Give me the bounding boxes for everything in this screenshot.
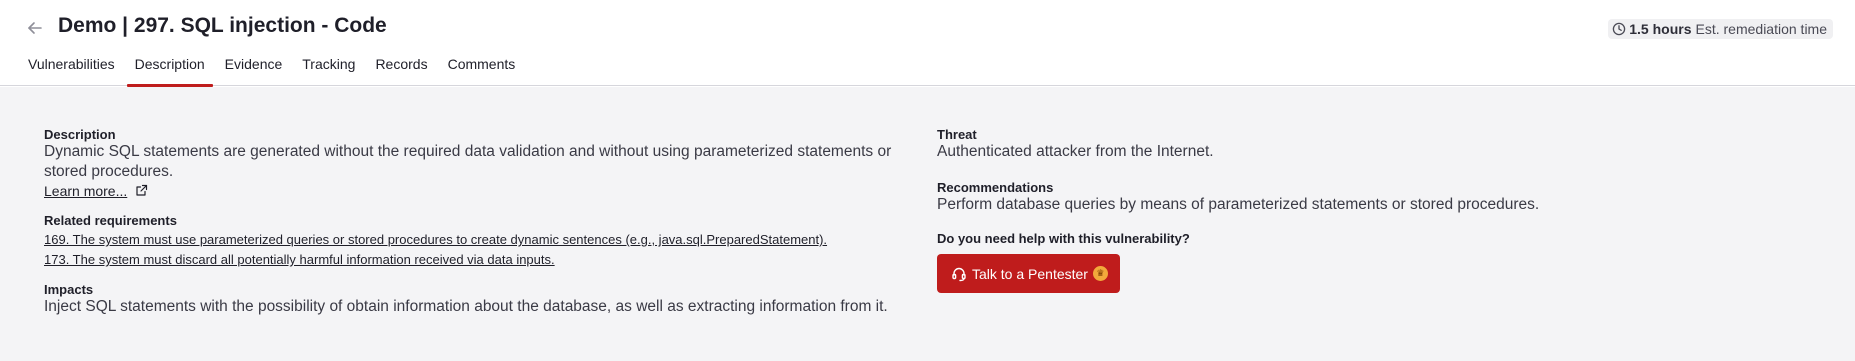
recommendations-section: Recommendations Perform database queries… <box>937 180 1817 215</box>
arrow-left-icon <box>28 22 42 34</box>
right-column: Threat Authenticated attacker from the I… <box>937 127 1817 293</box>
back-button[interactable] <box>24 17 46 39</box>
tab-description[interactable]: Description <box>126 48 213 87</box>
tab-vulnerabilities[interactable]: Vulnerabilities <box>20 48 123 86</box>
clock-icon <box>1613 22 1626 36</box>
help-section: Do you need help with this vulnerability… <box>937 231 1817 293</box>
requirement-link-173[interactable]: 173. The system must discard all potenti… <box>44 250 924 270</box>
external-link-icon <box>136 184 147 196</box>
crown-badge-icon: ♛ <box>1092 266 1108 281</box>
description-text: Dynamic SQL statements are generated wit… <box>44 143 892 180</box>
threat-label: Threat <box>937 127 977 142</box>
remediation-estimate: 1.5 hours Est. remediation time <box>1608 19 1833 39</box>
description-section: Description Dynamic SQL statements are g… <box>44 127 924 201</box>
tab-evidence[interactable]: Evidence <box>217 48 291 86</box>
headset-icon <box>952 267 966 281</box>
help-label: Do you need help with this vulnerability… <box>937 231 1190 246</box>
learn-more-link[interactable]: Learn more... <box>44 183 127 199</box>
estimate-hours: 1.5 hours <box>1629 21 1692 37</box>
estimate-label: Est. remediation time <box>1695 21 1828 37</box>
description-label: Description <box>44 127 116 142</box>
talk-to-pentester-button[interactable]: Talk to a Pentester ♛ <box>937 254 1120 293</box>
threat-section: Threat Authenticated attacker from the I… <box>937 127 1817 162</box>
tab-tracking[interactable]: Tracking <box>294 48 363 86</box>
requirement-link-169[interactable]: 169. The system must use parameterized q… <box>44 230 924 250</box>
requirements-label: Related requirements <box>44 213 177 228</box>
pentester-button-label: Talk to a Pentester <box>972 265 1088 282</box>
left-column: Description Dynamic SQL statements are g… <box>44 127 924 329</box>
description-panel: Description Dynamic SQL statements are g… <box>0 87 1855 361</box>
page-header: Demo | 297. SQL injection - Code 1.5 hou… <box>0 0 1855 87</box>
impacts-section: Impacts Inject SQL statements with the p… <box>44 282 924 317</box>
page-title: Demo | 297. SQL injection - Code <box>58 14 387 37</box>
tab-comments[interactable]: Comments <box>440 48 524 86</box>
recommendations-text: Perform database queries by means of par… <box>937 196 1540 213</box>
impacts-text: Inject SQL statements with the possibili… <box>44 298 888 315</box>
threat-text: Authenticated attacker from the Internet… <box>937 143 1214 160</box>
recommendations-label: Recommendations <box>937 180 1054 195</box>
requirements-section: Related requirements 169. The system mus… <box>44 213 924 270</box>
tab-bar: Vulnerabilities Description Evidence Tra… <box>20 48 527 87</box>
impacts-label: Impacts <box>44 282 94 297</box>
tab-records[interactable]: Records <box>367 48 435 86</box>
